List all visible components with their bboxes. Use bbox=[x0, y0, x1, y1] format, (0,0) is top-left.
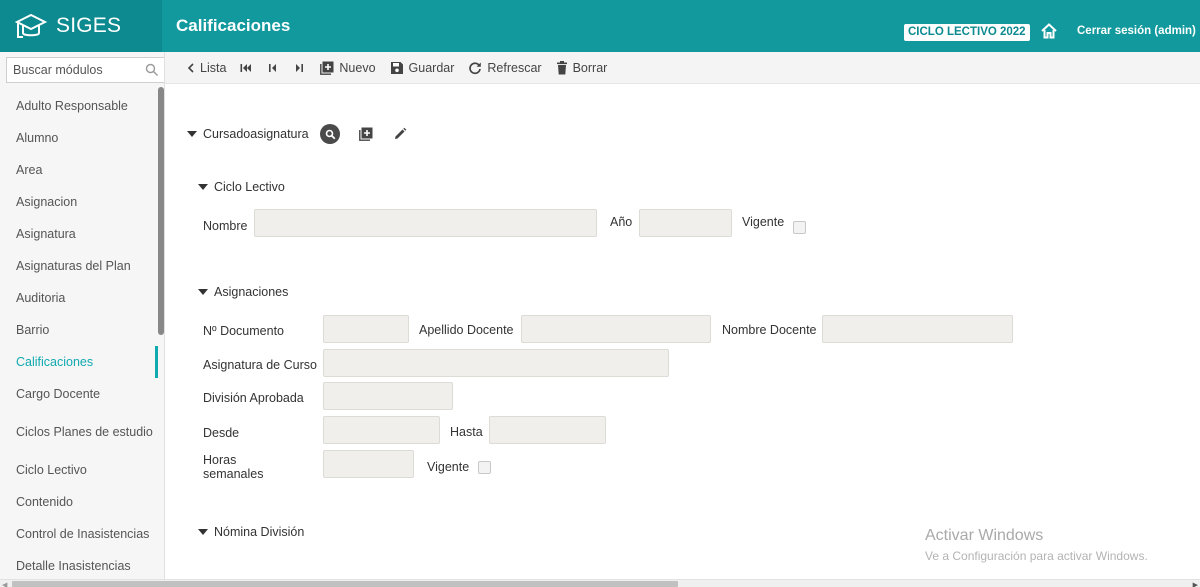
apellido-docente-field[interactable] bbox=[521, 315, 711, 343]
module-menu: Adulto Responsable Alumno Area Asignacio… bbox=[0, 90, 158, 579]
save-label: Guardar bbox=[408, 60, 455, 75]
nombre-docente-label: Nombre Docente bbox=[722, 323, 817, 337]
previous-record-icon[interactable] bbox=[268, 63, 278, 73]
sidebar-item-cargo-docente[interactable]: Cargo Docente bbox=[0, 378, 158, 410]
logout-link[interactable]: Cerrar sesión (admin) bbox=[1077, 25, 1196, 37]
sidebar-item-calificaciones[interactable]: Calificaciones bbox=[0, 346, 158, 378]
division-aprobada-field[interactable] bbox=[323, 382, 453, 410]
logo[interactable]: SIGES bbox=[0, 0, 162, 52]
ciclo-vigente-label: Vigente bbox=[742, 215, 785, 229]
sidebar-item-barrio[interactable]: Barrio bbox=[0, 314, 158, 346]
desde-label: Desde bbox=[203, 426, 240, 440]
app-root: SIGES Calificaciones CICLO LECTIVO 2022 … bbox=[0, 0, 1200, 587]
list-label: Lista bbox=[200, 60, 227, 75]
activation-watermark-text: Ve a Configuración para activar Windows. bbox=[925, 549, 1148, 563]
scroll-left-arrow-icon[interactable]: ◀ bbox=[2, 581, 7, 587]
section-cursadoasignatura[interactable]: Cursadoasignatura bbox=[187, 127, 309, 141]
scroll-right-arrow-icon[interactable]: ▶ bbox=[1193, 581, 1198, 587]
desde-field[interactable] bbox=[323, 416, 440, 444]
home-icon[interactable] bbox=[1040, 22, 1058, 40]
documento-label: Nº Documento bbox=[203, 324, 284, 338]
sidebar-item-ciclos-planes[interactable]: Ciclos Planes de estudio bbox=[0, 410, 158, 454]
sidebar-item-area[interactable]: Area bbox=[0, 154, 158, 186]
caret-down-icon bbox=[198, 529, 208, 535]
sidebar-item-alumno[interactable]: Alumno bbox=[0, 122, 158, 154]
main-form: Cursadoasignatura Ciclo Lectivo Nombre A… bbox=[165, 85, 1200, 579]
section-nomina-division[interactable]: Nómina División bbox=[198, 525, 304, 539]
sidebar-item-asignacion[interactable]: Asignacion bbox=[0, 186, 158, 218]
refresh-icon bbox=[469, 61, 482, 74]
save-button[interactable]: Guardar bbox=[390, 56, 455, 80]
sidebar-item-control-inasistencias[interactable]: Control de Inasistencias bbox=[0, 518, 158, 550]
new-label: Nuevo bbox=[339, 60, 376, 75]
module-search[interactable] bbox=[6, 57, 164, 83]
asignacion-vigente-label: Vigente bbox=[427, 460, 470, 474]
floppy-disk-icon bbox=[390, 61, 403, 74]
refresh-button[interactable]: Refrescar bbox=[468, 56, 542, 80]
sidebar-scrollbar[interactable] bbox=[158, 87, 164, 335]
sidebar: Adulto Responsable Alumno Area Asignacio… bbox=[0, 52, 165, 579]
section-nomina-division-title: Nómina División bbox=[214, 525, 305, 539]
caret-down-icon bbox=[198, 184, 208, 190]
ciclo-vigente-checkbox[interactable] bbox=[793, 221, 806, 234]
documento-field[interactable] bbox=[323, 315, 409, 343]
horas-semanales-field[interactable] bbox=[323, 450, 414, 478]
delete-label: Borrar bbox=[572, 60, 608, 75]
trash-icon bbox=[556, 60, 567, 74]
hasta-field[interactable] bbox=[489, 416, 606, 444]
sidebar-item-contenido[interactable]: Contenido bbox=[0, 486, 158, 518]
search-icon bbox=[325, 129, 335, 139]
activation-watermark-title: Activar Windows bbox=[925, 527, 1044, 544]
section-asignaciones[interactable]: Asignaciones bbox=[198, 285, 288, 299]
nombre-docente-field[interactable] bbox=[822, 315, 1013, 343]
page-title: Calificaciones bbox=[176, 16, 291, 35]
graduation-cap-logo-icon bbox=[14, 13, 48, 38]
cycle-badge[interactable]: CICLO LECTIVO 2022 bbox=[904, 24, 1030, 41]
horizontal-scrollbar-thumb[interactable] bbox=[12, 581, 678, 587]
top-header: SIGES Calificaciones CICLO LECTIVO 2022 … bbox=[0, 0, 1200, 52]
caret-down-icon bbox=[187, 131, 197, 137]
section-ciclo-lectivo-title: Ciclo Lectivo bbox=[214, 180, 285, 194]
module-search-input[interactable] bbox=[7, 58, 135, 82]
horizontal-scrollbar[interactable]: ◀ ▶ bbox=[0, 579, 1200, 587]
hasta-label: Hasta bbox=[450, 425, 483, 439]
chevron-left-icon bbox=[187, 62, 194, 73]
asignatura-curso-field[interactable] bbox=[323, 349, 669, 377]
division-aprobada-label: División Aprobada bbox=[203, 391, 304, 405]
next-record-icon[interactable] bbox=[294, 63, 304, 73]
refresh-label: Refrescar bbox=[487, 60, 542, 75]
section-cursadoasignatura-title: Cursadoasignatura bbox=[203, 127, 309, 141]
new-button[interactable]: Nuevo bbox=[320, 56, 376, 80]
sidebar-item-auditoria[interactable]: Auditoria bbox=[0, 282, 158, 314]
lookup-search-button[interactable] bbox=[320, 124, 340, 144]
search-icon[interactable] bbox=[145, 63, 159, 77]
section-asignaciones-title: Asignaciones bbox=[214, 285, 289, 299]
logo-text: SIGES bbox=[56, 14, 122, 37]
list-button[interactable]: Lista bbox=[187, 56, 226, 80]
first-record-icon[interactable] bbox=[240, 63, 252, 73]
ciclo-nombre-field[interactable] bbox=[254, 209, 597, 237]
horas-semanales-label: Horas semanales bbox=[203, 453, 264, 481]
caret-down-icon bbox=[198, 289, 208, 295]
sidebar-item-detalle-inasistencias[interactable]: Detalle Inasistencias bbox=[0, 550, 158, 579]
delete-button[interactable]: Borrar bbox=[556, 56, 608, 80]
add-record-icon[interactable] bbox=[359, 127, 373, 141]
asignatura-curso-label: Asignatura de Curso bbox=[203, 358, 317, 372]
apellido-docente-label: Apellido Docente bbox=[419, 323, 514, 337]
sidebar-item-asignaturas-del-plan[interactable]: Asignaturas del Plan bbox=[0, 250, 158, 282]
edit-pencil-icon[interactable] bbox=[393, 127, 407, 141]
ciclo-anio-label: Año bbox=[610, 215, 633, 229]
sidebar-item-ciclo-lectivo[interactable]: Ciclo Lectivo bbox=[0, 454, 158, 486]
add-box-icon bbox=[320, 61, 334, 75]
ciclo-nombre-label: Nombre bbox=[203, 219, 248, 233]
section-ciclo-lectivo[interactable]: Ciclo Lectivo bbox=[198, 180, 285, 194]
sidebar-item-asignatura[interactable]: Asignatura bbox=[0, 218, 158, 250]
toolbar: Lista Nuevo Guardar Refrescar Borrar bbox=[165, 52, 1200, 84]
ciclo-anio-field[interactable] bbox=[639, 209, 732, 237]
asignacion-vigente-checkbox[interactable] bbox=[478, 461, 491, 474]
sidebar-item-adulto-responsable[interactable]: Adulto Responsable bbox=[0, 90, 158, 122]
